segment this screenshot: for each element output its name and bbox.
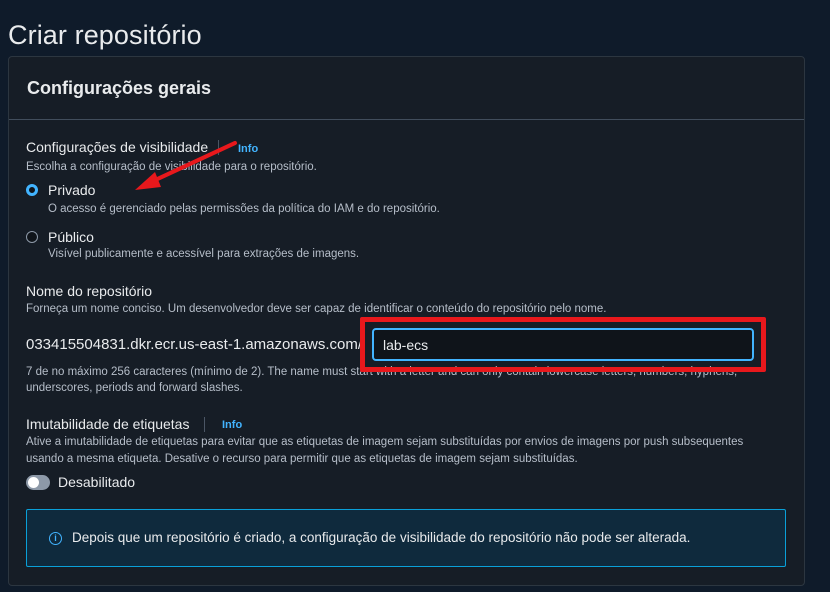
alert-text: Depois que um repositório é criado, a co… xyxy=(72,530,691,545)
repo-name-label: Nome do repositório xyxy=(26,283,153,299)
immutability-toggle[interactable] xyxy=(26,474,50,490)
radio-option-public[interactable]: Público xyxy=(26,229,94,245)
radio-private[interactable] xyxy=(26,184,38,196)
panel-title: Configurações gerais xyxy=(27,78,212,98)
info-circle-icon: i xyxy=(49,532,62,545)
annotation-arrow-icon xyxy=(135,141,237,190)
radio-public-label: Público xyxy=(48,229,94,245)
radio-private-description: O acesso é gerenciado pelas permissões d… xyxy=(48,203,440,215)
repo-uri-prefix: 033415504831.dkr.ecr.us-east-1.amazonaws… xyxy=(26,336,363,353)
visibility-info-link[interactable]: Info xyxy=(238,143,258,155)
immutability-description-2: usando a mesma etiqueta. Desative o recu… xyxy=(26,453,578,465)
radio-private-label: Privado xyxy=(48,182,96,198)
radio-option-private[interactable]: Privado xyxy=(26,182,95,198)
panel-header: Configurações gerais xyxy=(9,57,804,120)
repo-name-constraint-2: underscores, periods and forward slashes… xyxy=(26,382,243,394)
visibility-info-alert: i Depois que um repositório é criado, a … xyxy=(26,509,786,567)
immutability-toggle-label: Desabilitado xyxy=(58,474,136,490)
immutability-info-link[interactable]: Info xyxy=(222,419,242,431)
radio-public[interactable] xyxy=(26,231,38,243)
repo-name-description: Forneça um nome conciso. Um desenvolvedo… xyxy=(26,303,607,315)
annotation-highlight-box xyxy=(360,317,766,372)
radio-public-description: Visível publicamente e acessível para ex… xyxy=(48,248,360,260)
immutability-toggle-row[interactable]: Desabilitado xyxy=(26,474,135,490)
immutability-info-separator xyxy=(204,417,205,432)
immutability-description-1: Ative a imutabilidade de etiquetas para … xyxy=(26,436,744,448)
toggle-knob xyxy=(28,476,39,488)
page-title: Criar repositório xyxy=(8,20,202,51)
immutability-label: Imutabilidade de etiquetas xyxy=(26,416,190,432)
